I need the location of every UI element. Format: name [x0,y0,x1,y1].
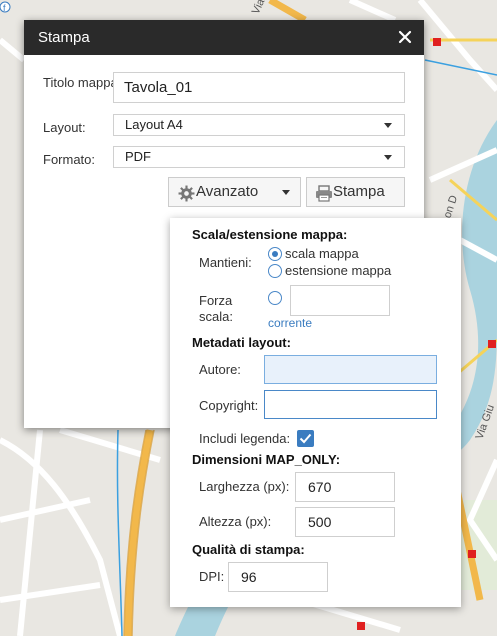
format-select[interactable]: PDF [113,146,405,168]
gear-icon [178,184,195,212]
dpi-input[interactable]: 96 [228,562,328,592]
quality-section-title: Qualità di stampa: [192,542,305,557]
width-input[interactable]: 670 [295,472,395,502]
title-label: Titolo mappa: [43,75,122,90]
author-input[interactable] [264,355,437,384]
force-scale-input[interactable] [290,285,390,316]
radio-map-extent-label: estensione mappa [285,263,392,278]
format-label: Formato: [43,152,96,167]
format-select-value: PDF [125,149,151,164]
radio-map-extent[interactable] [268,264,282,278]
checkmark-icon [299,433,312,444]
force-scale-radio[interactable] [268,291,282,305]
dpi-label: DPI: [199,569,225,584]
author-label: Autore: [199,362,241,377]
print-label: Stampa [333,183,385,200]
print-button[interactable]: Stampa [306,177,405,207]
scale-section-title: Scala/estensione mappa: [192,227,348,242]
title-input[interactable]: Tavola_01 [113,72,405,103]
close-icon [398,30,412,44]
dialog-header: Stampa [24,20,424,55]
dimensions-section-title: Dimensioni MAP_ONLY: [192,452,341,467]
copyright-label: Copyright: [199,398,259,413]
advanced-button[interactable]: Avanzato [168,177,301,207]
layout-select[interactable]: Layout A4 [113,114,405,136]
keep-label: Mantieni: [199,255,252,270]
height-input[interactable]: 500 [295,507,395,537]
layout-select-value: Layout A4 [125,117,183,132]
dialog-title: Stampa [38,29,90,46]
chevron-down-icon [282,190,290,195]
printer-icon [315,184,333,212]
advanced-label: Avanzato [196,183,259,200]
radio-scale-map-label: scala mappa [285,246,359,261]
legend-label: Includi legenda: [199,431,291,446]
radio-scale-map[interactable] [268,247,282,261]
legend-checkbox[interactable] [297,430,314,447]
metadata-section-title: Metadati layout: [192,335,291,350]
width-label: Larghezza (px): [199,479,290,494]
layout-label: Layout: [43,120,86,135]
force-scale-label: Forza scala: [199,293,233,324]
chevron-down-icon [384,123,392,128]
height-label: Altezza (px): [199,514,272,529]
copyright-input[interactable] [264,390,437,419]
advanced-panel: Scala/estensione mappa: Mantieni: scala … [170,218,461,607]
chevron-down-icon [384,155,392,160]
close-button[interactable] [395,20,415,55]
current-scale-link[interactable]: corrente [268,316,312,330]
